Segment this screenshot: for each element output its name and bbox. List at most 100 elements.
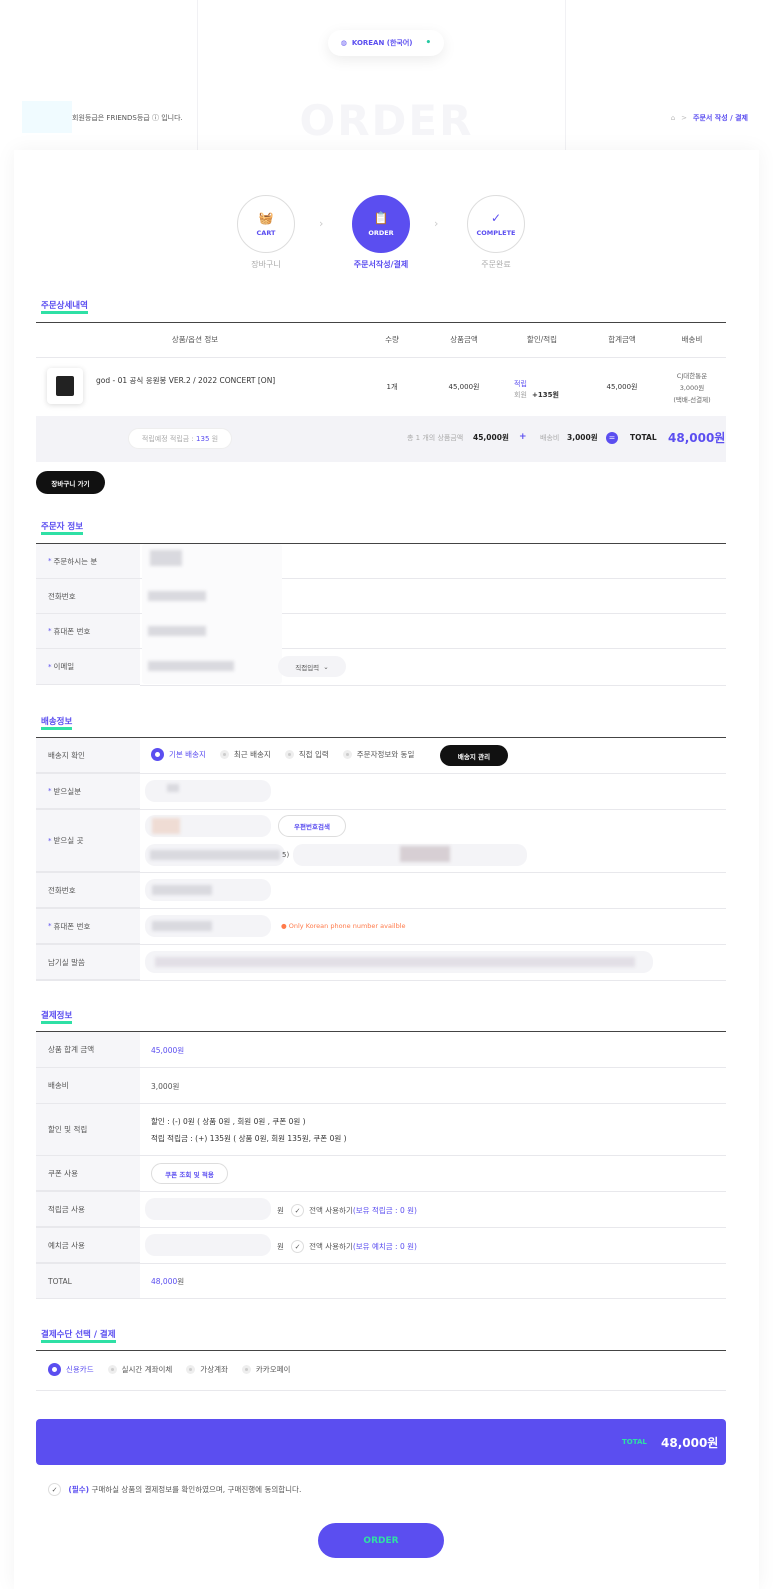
field-label: 받으실 곳 [53,836,84,845]
order-button[interactable]: ORDER [318,1523,444,1558]
goods-count-text: 총 1 개의 상품금액 [407,434,464,442]
radio-label: 직접 입력 [298,750,329,759]
required-mark: * [48,787,52,795]
email-domain-select[interactable]: 직접입력 ⌄ [278,656,346,677]
radio-dot [342,750,352,759]
label-coupon: 쿠폰 사용 [36,1156,140,1191]
breadcrumb-sep: > [681,114,688,122]
chevron-right-icon: › [319,217,324,230]
radio-credit-card[interactable]: 신용카드 [48,1363,94,1376]
step-sub-label: 주문완료 [481,260,511,269]
section-title-payment-method: 결제수단 선택 / 결제 [41,1331,116,1343]
radio-label: 실시간 계좌이체 [121,1365,173,1374]
point-member: 회원 [514,391,527,399]
radio-label: 신용카드 [66,1365,94,1374]
field-label: 남기실 말씀 [48,957,85,967]
radio-virtual-account[interactable]: 가상계좌 [186,1364,228,1375]
address-manage-button[interactable]: 배송지 관리 [440,745,508,766]
radio-direct-input[interactable]: 직접 입력 [284,749,329,760]
payment-total-unit: 원 [177,1277,185,1286]
deposit-use-input[interactable] [145,1234,271,1256]
breadcrumb-current: 주문서 작성 / 결제 [693,114,748,122]
deposit-use-controls: 원 ✓ 전액 사용하기 (보유 예치금 : 0 원) [277,1240,417,1253]
field-label: 받으실분 [53,786,82,796]
orderer-mobile-field[interactable] [148,626,206,636]
radio-recent-address[interactable]: 최근 배송지 [219,749,271,760]
check-icon[interactable]: ✓ [291,1204,305,1217]
page-heading: ORDER [299,96,474,145]
expected-point-pill: 적립예정 적립금 : 135 원 [128,428,232,449]
label-receiver-mobile: * 휴대폰 번호 [36,909,140,944]
warning-icon: ● [281,922,287,930]
product-thumbnail[interactable] [47,368,83,404]
agree-text[interactable]: 구매하실 상품의 결제정보를 확인하였으며, 구매진행에 동의합니다. [91,1484,301,1495]
phone-warning: ● Only Korean phone number availble [281,922,406,930]
final-total-label: TOTAL [622,1438,647,1446]
language-selector[interactable]: ◍ KOREAN (한국어) • [328,30,444,56]
point-owned: (보유 적립금 : 0 원) [352,1206,417,1215]
radio-kakaopay[interactable]: 카카오페이 [241,1364,290,1375]
divider [36,980,726,981]
redacted-text [152,921,212,931]
field-label: 주문하시는 분 [53,556,98,566]
basket-icon: 🧺 [258,211,274,225]
plus-icon: + [519,432,527,442]
radio-label: 기본 배송지 [169,750,206,759]
check-icon[interactable]: ✓ [291,1240,305,1253]
redacted-text [150,850,280,860]
divider [36,1298,726,1299]
won-unit: 원 [277,1206,284,1215]
phone-warning-text: Only Korean phone number availble [288,922,406,930]
section-title-orderer: 주문자 정보 [41,523,84,535]
radio-dot [241,1365,251,1374]
label-point-use: 적립금 사용 [36,1192,140,1227]
label-ship-confirm: 배송지 확인 [36,738,140,773]
deposit-owned: (보유 예치금 : 0 원) [352,1242,417,1251]
won-unit: 원 [277,1242,284,1251]
field-label: 배송지 확인 [48,750,85,760]
radio-bank-transfer[interactable]: 실시간 계좌이체 [107,1364,173,1375]
table-header: 상품/옵션 정보 [171,335,219,344]
zipcode-search-button[interactable]: 우편번호검색 [278,815,346,837]
email-select-value: 직접입력 [295,663,320,672]
use-all-label[interactable]: 전액 사용하기 [309,1205,353,1216]
coupon-button[interactable]: 쿠폰 조회 및 적용 [151,1163,228,1184]
point-line: 적립 적립금 : (+) 135원 ( 상품 0원, 회원 135원, 쿠폰 0… [151,1134,347,1143]
radio-dot [151,748,164,761]
equals-icon: = [606,432,618,444]
use-all-label[interactable]: 전액 사용하기 [309,1241,353,1252]
radio-default-address[interactable]: 기본 배송지 [151,748,206,761]
radio-label: 최근 배송지 [233,750,271,759]
product-name[interactable]: god - 01 공식 응원봉 VER.2 / 2022 CONCERT [ON… [96,375,275,386]
product-price: 45,000원 [448,383,480,391]
label-orderer-email: * 이메일 [36,649,140,685]
field-label: 전화번호 [48,885,76,895]
field-label: 할인 및 적립 [48,1125,88,1134]
expected-point-unit: 원 [211,434,219,443]
table-header: 상품금액 [450,335,478,344]
radio-dot [284,750,294,759]
section-title-payment-info: 결제정보 [41,1012,73,1024]
final-total-value: 48,000원 [661,1436,719,1450]
section-title-shipping: 배송정보 [41,718,73,730]
orderer-name-field[interactable] [150,550,182,566]
step-order: 📋 ORDER [352,195,410,253]
orderer-phone-field[interactable] [148,591,206,601]
orderer-email-field[interactable] [148,661,234,671]
required-mark: * [48,922,52,930]
agree-checkbox[interactable]: ✓ [48,1483,61,1496]
redacted-text [152,818,180,834]
step-label: CART [256,229,276,237]
label-deposit-use: 예치금 사용 [36,1228,140,1263]
radio-same-as-orderer[interactable]: 주문자정보와 동일 [342,749,414,760]
point-use-input[interactable] [145,1198,271,1220]
field-label: 이메일 [53,662,75,671]
receiver-name-input[interactable] [145,780,271,802]
breadcrumb: ⌂ > 주문서 작성 / 결제 [671,113,748,123]
go-to-cart-button[interactable]: 장바구니 가기 [36,471,105,494]
divider [140,685,726,686]
expected-point-label: 적립예정 적립금 : [141,434,194,443]
home-icon[interactable]: ⌂ [671,114,675,122]
redacted-text [167,784,179,792]
label-shipping-fee: 배송비 [36,1068,140,1104]
